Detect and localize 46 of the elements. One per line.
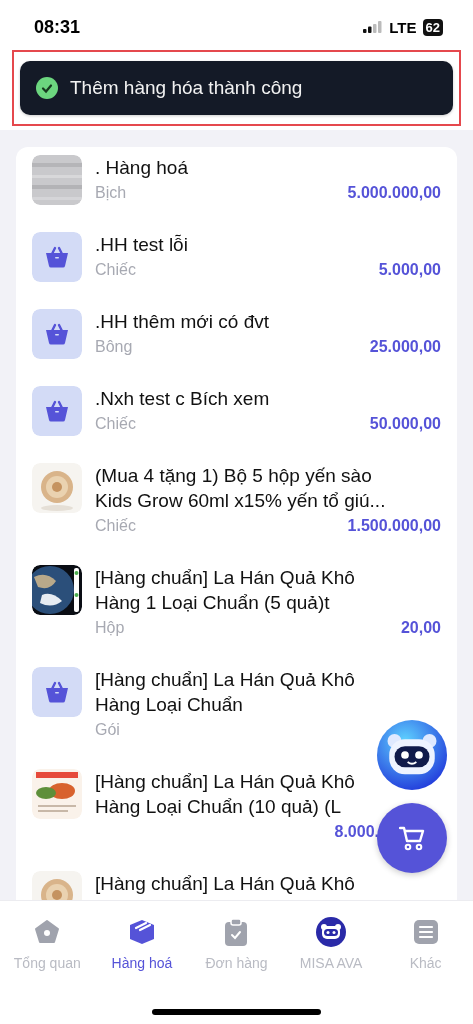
tab[interactable]: Hàng hoá — [94, 916, 190, 971]
cart-icon — [399, 825, 425, 851]
product-name: .HH test lỗi — [95, 233, 189, 257]
product-name: .Nxh test c Bích xem — [95, 387, 271, 411]
signal-icon — [363, 21, 384, 33]
price: 5.000,00 — [378, 260, 441, 280]
unit-label: Hộp — [95, 618, 125, 638]
unit-label: Chiếc — [95, 414, 136, 434]
price: 8.000. — [334, 822, 379, 842]
unit-label: Gói — [95, 720, 120, 740]
unit-label: Bịch — [95, 183, 127, 203]
product-row[interactable]: . Hàng hoá Bịch 5.000.000,00 — [16, 149, 457, 226]
product-row[interactable]: [Hàng chuẩn] La Hán Quả Khô Hàng 1 Loại Chuẩn (5 quả)t Hộp 20,00 — [16, 559, 457, 661]
product-name: [Hàng chuẩn] La Hán Quả Khô Hàng 1 Loại Chuẩn (5 quả)t — [95, 566, 356, 615]
product-name: (Mua 4 tặng 1) Bộ 5 hộp yến sào Kids Grow 60ml x15% yến tổ giú... — [95, 464, 387, 513]
basket-icon — [32, 232, 82, 282]
battery-level: 62 — [422, 18, 443, 36]
basket-icon — [32, 667, 82, 717]
unit-label: Chiếc — [95, 516, 136, 536]
unit-label: Bông — [95, 337, 133, 357]
product-name: . Hàng hoá — [95, 156, 189, 180]
price: 5.000.000,00 — [347, 183, 441, 203]
product-row[interactable]: .HH thêm mới có đvt Bông 25.000,00 — [16, 303, 457, 380]
robot-icon — [316, 916, 347, 948]
product-name: .HH thêm mới có đvt — [95, 310, 270, 334]
product-row[interactable]: .HH test lỗi Chiếc 5.000,00 — [16, 226, 457, 303]
product-row[interactable]: (Mua 4 tặng 1) Bộ 5 hộp yến sào Kids Grow 60ml x15% yến tổ giú... Chiếc 1.500.000,00 — [16, 457, 457, 559]
basket-icon — [32, 386, 82, 436]
product-row[interactable]: .Nxh test c Bích xem Chiếc 50.000,00 — [16, 380, 457, 457]
unit-label: Chiếc — [95, 260, 136, 280]
price: 1.500.000,00 — [347, 516, 441, 536]
price: 20,00 — [400, 618, 441, 638]
product-name: [Hàng chuẩn] La Hán Quả Khô Hàng Loại Chuẩn — [95, 668, 356, 717]
check-icon — [36, 77, 58, 99]
price: 50.000,00 — [369, 414, 441, 434]
basket-icon — [32, 309, 82, 359]
product-name: [Hàng chuẩn] La Hán Quả Khô Hàng Loại Chuẩn (10 quả) (L — [95, 770, 356, 819]
product-row[interactable]: [Hàng chuẩn] La Hán Quả Khô Hàng Loại Chuẩn Gói — [16, 661, 457, 763]
product-name: [Hàng chuẩn] La Hán Quả Khô — [95, 872, 356, 896]
product-row[interactable]: [Hàng chuẩn] La Hán Quả Khô Hàng Loại Chuẩn (10 quả) (L 8.000. — [16, 763, 457, 865]
network-label: LTE — [389, 18, 417, 36]
price: 25.000,00 — [369, 337, 441, 357]
assistant-button[interactable] — [377, 720, 447, 790]
toast-message: Thêm hàng hóa thành công — [70, 77, 303, 99]
clock: 08:31 — [34, 16, 81, 38]
clipboard-icon — [223, 916, 250, 948]
